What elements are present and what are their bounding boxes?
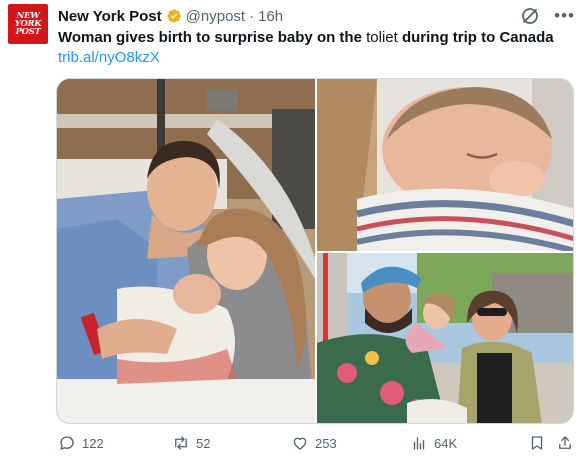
avatar[interactable]: NEW YORK POST — [8, 4, 48, 44]
repost-icon — [175, 436, 187, 450]
tweet-text-part-1: Woman gives birth to surprise baby on th… — [58, 29, 367, 46]
views-button[interactable]: 64K — [410, 434, 457, 452]
account-handle[interactable]: @nypost — [186, 8, 245, 25]
account-name[interactable]: New York Post — [58, 8, 162, 25]
timestamp[interactable]: 16h — [258, 8, 283, 25]
views-count: 64K — [434, 435, 458, 451]
action-bar: 122 52 253 64K — [56, 434, 574, 458]
repost-button[interactable]: 52 — [172, 434, 210, 452]
like-count: 253 — [315, 435, 337, 451]
repost-count: 52 — [196, 435, 211, 451]
like-icon — [293, 437, 307, 450]
tweet-link[interactable]: trib.al/nyO8kzX — [58, 49, 160, 66]
hospital-photo[interactable] — [57, 79, 315, 423]
like-button[interactable]: 253 — [291, 434, 337, 452]
newborn-closeup-photo[interactable] — [317, 79, 573, 251]
family-selfie-photo[interactable] — [317, 253, 573, 423]
bookmark-button[interactable] — [528, 434, 546, 452]
bookmark-icon — [531, 436, 543, 450]
share-icon — [559, 436, 571, 449]
more-icon[interactable]: ••• — [554, 7, 575, 24]
views-icon — [413, 437, 425, 450]
tweet-header: New York Post @nypost · 16h ••• — [58, 6, 575, 26]
verified-badge-icon — [166, 8, 182, 24]
tweet-text-part-2: toliet — [366, 29, 398, 46]
tweet-text: Woman gives birth to surprise baby on th… — [58, 28, 565, 47]
reply-count: 122 — [82, 435, 104, 451]
reply-icon — [60, 436, 74, 450]
avatar-line-3: POST — [15, 27, 41, 37]
media-grid — [56, 78, 574, 424]
share-button[interactable] — [556, 434, 574, 452]
reply-button[interactable]: 122 — [58, 434, 104, 452]
tweet-card[interactable]: NEW YORK POST New York Post @nypost · 16… — [0, 0, 585, 463]
grok-icon[interactable] — [520, 6, 540, 26]
separator: · — [249, 7, 255, 25]
tweet-text-part-3: during trip to Canada — [397, 29, 554, 46]
